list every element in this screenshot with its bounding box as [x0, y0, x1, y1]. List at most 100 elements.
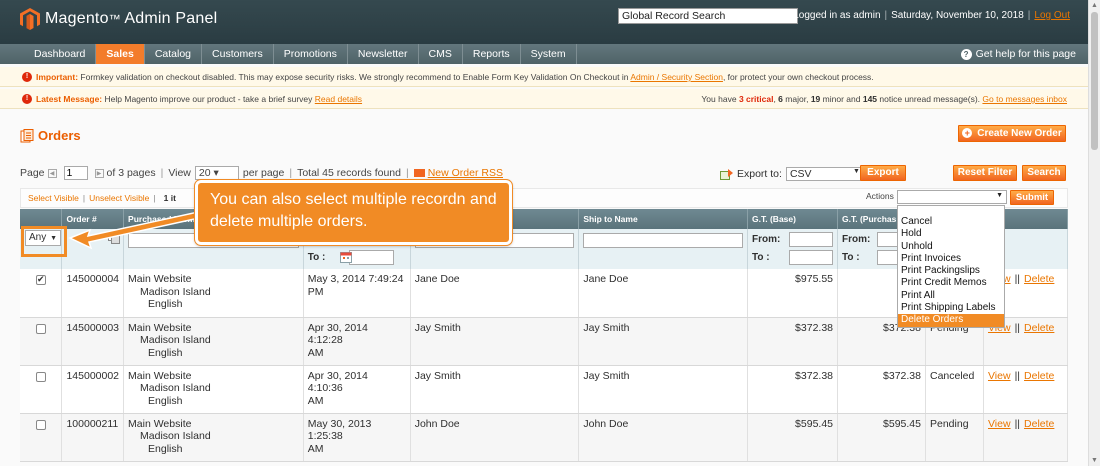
purchased-on-ampm: AM [307, 346, 324, 359]
delete-link[interactable]: Delete [1024, 370, 1054, 382]
logout-link[interactable]: Log Out [1034, 10, 1070, 21]
action-option[interactable]: Cancel [898, 216, 1004, 228]
order-status: Pending [925, 413, 984, 462]
action-option-delete-orders[interactable]: Delete Orders [898, 314, 1004, 327]
notice-count: 145 [862, 94, 878, 104]
total-records: Total 45 records found [297, 167, 401, 179]
create-new-order-button[interactable]: + Create New Order [958, 125, 1066, 142]
scrollbar[interactable]: ▲ ▼ [1088, 0, 1100, 466]
messages-inbox-link[interactable]: Go to messages inbox [982, 94, 1067, 104]
delete-link[interactable]: Delete [1024, 418, 1054, 430]
important-message: ! Important: Formkey validation on check… [0, 67, 1088, 87]
ship-to-filter[interactable] [583, 233, 744, 248]
store-name: Madison Island [140, 382, 211, 394]
prev-page-icon[interactable]: ◀ [47, 168, 57, 178]
gt-base: $372.38 [747, 317, 839, 366]
nav-promotions[interactable]: Promotions [274, 44, 348, 64]
export-format-select[interactable]: CSV ▼ [785, 167, 864, 181]
scroll-thumb[interactable] [1091, 12, 1098, 150]
purchased-on-ampm: PM [307, 285, 324, 298]
magento-logo[interactable]: Magento™ Admin Panel [20, 8, 217, 30]
minor-label: minor and [822, 94, 861, 104]
purchased-on-ampm: AM [307, 394, 324, 407]
important-label: Important: [36, 72, 79, 82]
rss-icon [413, 169, 425, 177]
table-row[interactable]: 145000002 Main Website Madison Island Engl… [20, 365, 1069, 414]
store-website: Main Website [128, 273, 192, 285]
submit-button[interactable]: Submit [1010, 190, 1054, 205]
action-option[interactable]: Print Shipping Labels [898, 302, 1004, 314]
highlight-box [21, 226, 67, 257]
actions-select[interactable] [897, 190, 1007, 204]
purchased-on: May 30, 2013 1:25:38 [307, 417, 372, 443]
action-option[interactable]: Unhold [898, 241, 1004, 253]
gt-base-from-input[interactable] [789, 232, 834, 247]
view-label: View [168, 167, 191, 179]
logo-main-text: Magento [45, 10, 109, 27]
gt-purchased: $595.45 [837, 413, 926, 462]
scroll-down-icon[interactable]: ▼ [1091, 457, 1098, 464]
export-button[interactable]: Export [860, 165, 906, 181]
minor-count: 19 [810, 94, 821, 104]
view-link[interactable]: View [988, 418, 1011, 430]
per-page-label: per page [242, 167, 285, 179]
col-ship-to-name[interactable]: Ship to Name [578, 209, 749, 229]
store-name: Madison Island [140, 430, 211, 442]
action-option[interactable]: Print Packingslips [898, 265, 1004, 277]
scroll-up-icon[interactable]: ▲ [1091, 2, 1098, 9]
grid-config-icon[interactable] [108, 232, 120, 244]
col-order-number[interactable]: Order # [61, 209, 125, 229]
nav-sales[interactable]: Sales [96, 44, 145, 64]
order-number: 145000004 [61, 269, 125, 318]
security-section-link[interactable]: Admin / Security Section [630, 72, 723, 82]
purchased-on-to-input[interactable] [349, 250, 395, 265]
nav-dashboard[interactable]: Dashboard [0, 44, 97, 64]
row-checkbox[interactable] [36, 323, 46, 334]
read-details-link[interactable]: Read details [315, 94, 362, 104]
table-row[interactable]: 100000211 Main Website Madison Island Engl… [20, 413, 1069, 462]
col-gt-base[interactable]: G.T. (Base) [747, 209, 839, 229]
nav-reports[interactable]: Reports [463, 44, 521, 64]
order-number: 100000211 [61, 413, 125, 462]
gt-base-to-input[interactable] [789, 250, 834, 265]
search-button[interactable]: Search [1022, 165, 1066, 181]
important-tail: , for protect your own checkout process. [722, 72, 874, 82]
nav-newsletter[interactable]: Newsletter [348, 44, 419, 64]
select-visible-link[interactable]: Select Visible [28, 193, 79, 203]
header-date: Saturday, November 10, 2018 [891, 10, 1024, 21]
action-option[interactable]: Print Invoices [898, 253, 1004, 265]
delete-link[interactable]: Delete [1024, 322, 1054, 334]
messages-summary: You have 3 critical, 6 major, 19 minor a… [701, 94, 1067, 104]
action-option[interactable]: Hold [898, 228, 1004, 240]
store-name: Madison Island [140, 285, 211, 298]
global-search-input[interactable] [618, 8, 798, 24]
orders-icon [20, 128, 34, 142]
calendar-icon[interactable] [340, 251, 352, 263]
row-checkbox[interactable] [36, 273, 46, 286]
view-link[interactable]: View [988, 370, 1011, 382]
store-view: English [148, 442, 183, 455]
page-input[interactable] [63, 166, 88, 180]
action-option[interactable]: Print All [898, 290, 1004, 302]
help-link[interactable]: ? Get help for this page [960, 48, 1076, 60]
order-status: Canceled [925, 365, 984, 414]
nav-customers[interactable]: Customers [202, 44, 274, 64]
nav-system[interactable]: System [521, 44, 577, 64]
new-order-rss-link[interactable]: New Order RSS [428, 167, 503, 179]
gt-base: $975.55 [747, 269, 839, 318]
next-page-icon[interactable]: ▶ [94, 168, 104, 178]
row-checkbox[interactable] [36, 371, 46, 382]
row-checkbox[interactable] [36, 419, 46, 430]
delete-link[interactable]: Delete [1024, 273, 1054, 285]
action-option[interactable]: Print Credit Memos [898, 277, 1004, 289]
gt-base: $595.45 [747, 413, 839, 462]
unselect-visible-link[interactable]: Unselect Visible [89, 193, 149, 203]
per-page-value: 20 [198, 167, 211, 179]
nav-catalog[interactable]: Catalog [145, 44, 203, 64]
gt-base-to-label: To : [752, 252, 770, 263]
export-label: Export to: [737, 168, 782, 180]
per-page-select[interactable]: 20 ▾ [194, 166, 239, 180]
nav-cms[interactable]: CMS [419, 44, 463, 64]
reset-filter-button[interactable]: Reset Filter [953, 165, 1017, 181]
logo-sub-text: Admin Panel [124, 10, 218, 27]
